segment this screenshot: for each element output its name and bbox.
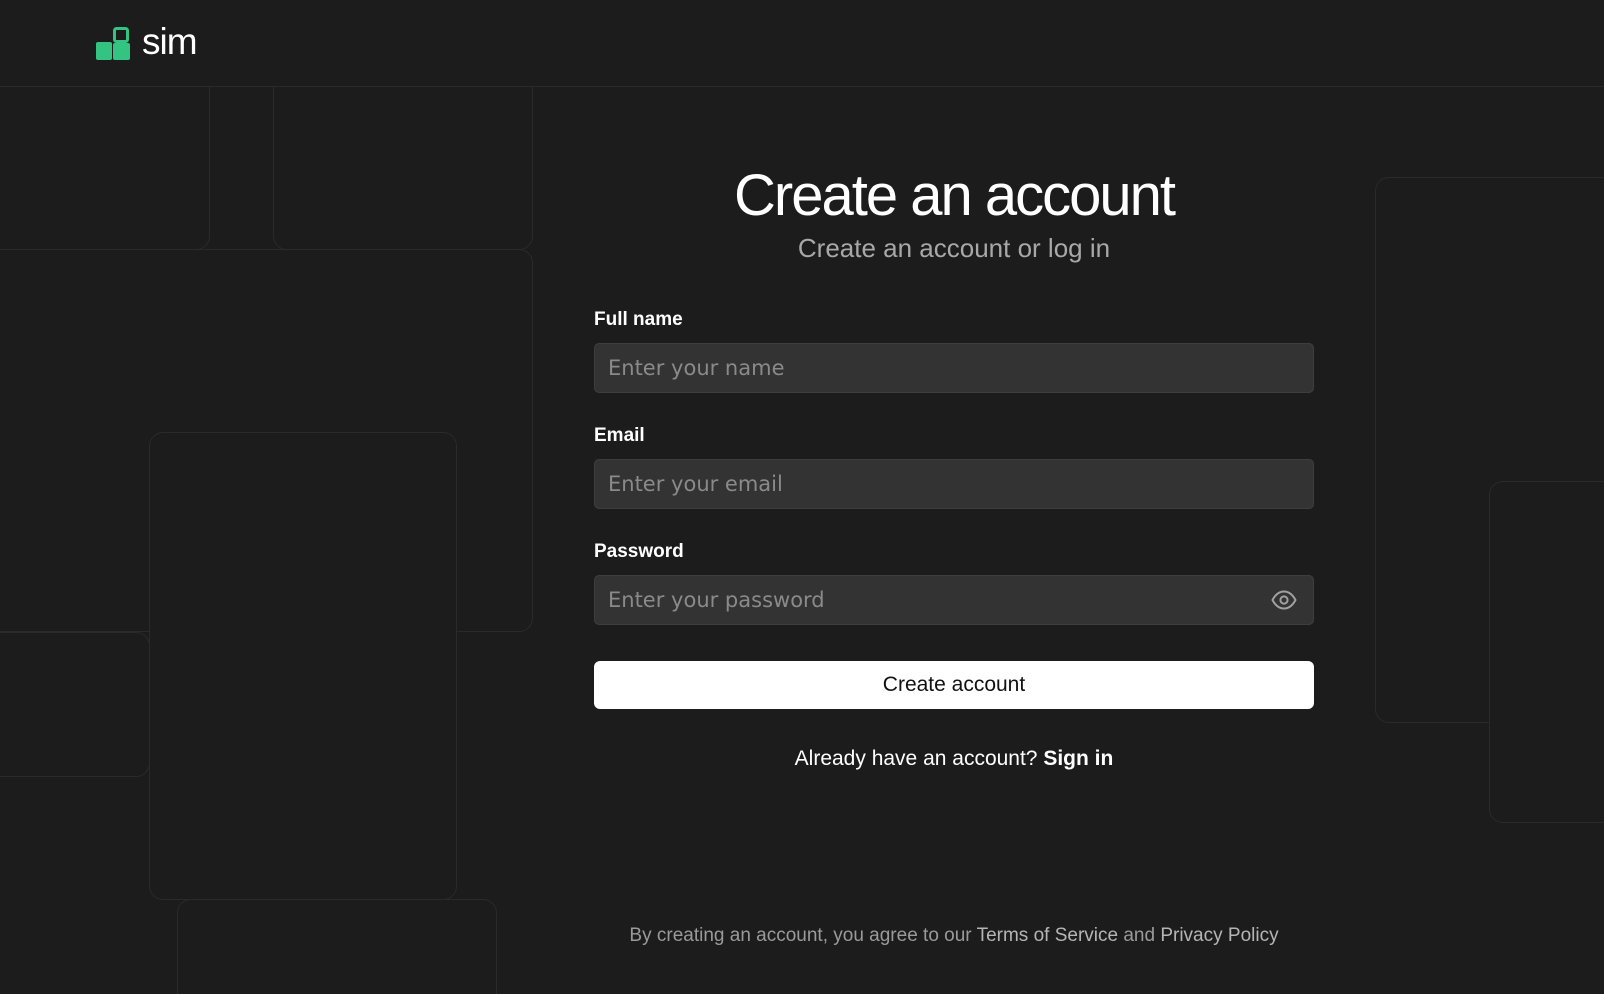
email-label: Email	[594, 425, 645, 446]
top-bar: sim	[0, 0, 1604, 87]
email-input-wrapper	[594, 459, 1314, 509]
brand-name: sim	[142, 20, 198, 62]
signup-page: sim Create an account Create an account …	[0, 0, 1604, 994]
background-block	[177, 899, 497, 994]
signup-form: Create an account Create an account or l…	[594, 160, 1314, 771]
password-input[interactable]	[595, 576, 1313, 624]
background-block	[0, 70, 210, 250]
terms-of-service-link[interactable]: Terms of Service	[977, 925, 1118, 946]
page-subtitle: Create an account or log in	[797, 233, 1111, 263]
full-name-label: Full name	[594, 309, 683, 330]
create-account-button[interactable]: Create account	[594, 661, 1314, 709]
page-title: Create an account	[734, 163, 1176, 228]
signin-prompt-text: Already have an account?	[794, 747, 1038, 770]
password-input-wrapper	[594, 575, 1314, 625]
signin-prompt-line: Already have an account? Sign in	[594, 747, 1314, 771]
logo-icon	[96, 27, 130, 60]
privacy-policy-link[interactable]: Privacy Policy	[1160, 925, 1278, 946]
email-input[interactable]	[595, 460, 1313, 508]
email-field: Email	[594, 424, 1314, 509]
background-block	[1489, 481, 1604, 823]
full-name-input-wrapper	[594, 343, 1314, 393]
signin-link[interactable]: Sign in	[1043, 747, 1113, 770]
legal-conjunction: and	[1123, 925, 1156, 946]
password-field: Password	[594, 540, 1314, 625]
password-label: Password	[594, 541, 684, 562]
full-name-field: Full name	[594, 308, 1314, 393]
eye-icon[interactable]	[1271, 589, 1297, 611]
full-name-input[interactable]	[595, 344, 1313, 392]
background-block	[149, 432, 457, 900]
brand-logo[interactable]: sim	[96, 20, 198, 62]
legal-prefix: By creating an account, you agree to our	[629, 925, 972, 946]
background-block	[0, 632, 150, 777]
background-block	[273, 70, 533, 250]
submit-row: Create account	[594, 661, 1314, 709]
legal-notice: By creating an account, you agree to our…	[594, 925, 1314, 947]
